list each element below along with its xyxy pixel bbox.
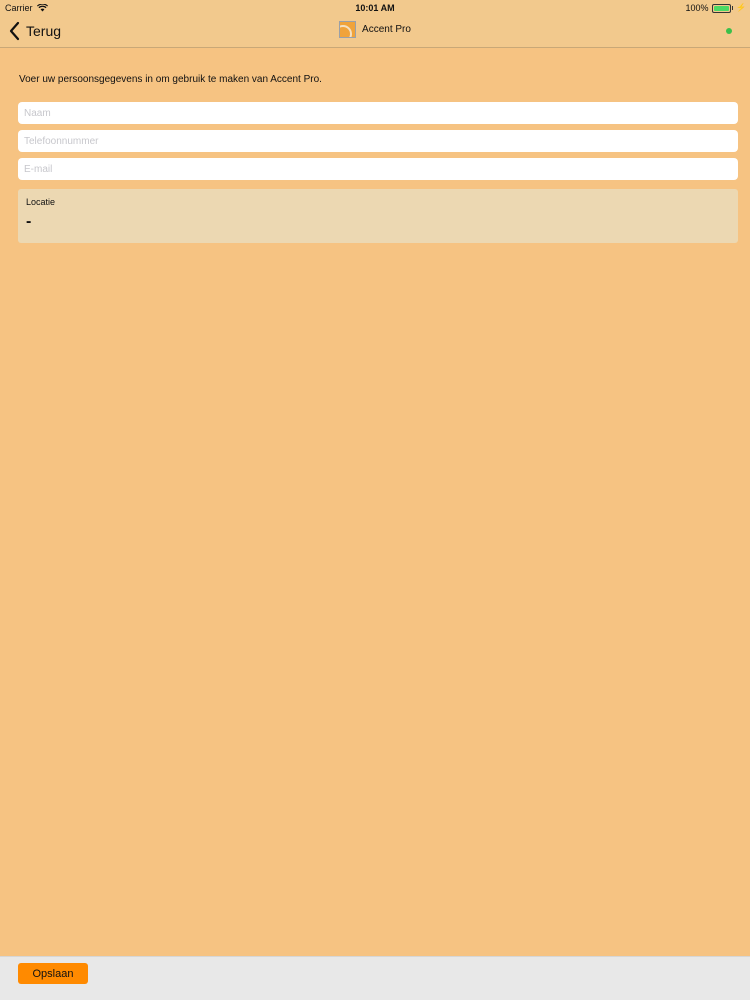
location-label: Locatie (26, 197, 56, 207)
battery-icon (711, 3, 731, 13)
intro-text: Voer uw persoonsgegevens in om gebruik t… (19, 74, 322, 85)
battery-indicator: 100% ⚡ (686, 0, 747, 16)
status-bar: Carrier 10:01 AM 100% ⚡ (0, 0, 750, 16)
email-input[interactable] (18, 158, 738, 180)
app-logo-icon (339, 21, 357, 38)
navigation-bar: Terug Accent Pro (0, 16, 750, 47)
top-bar: Carrier 10:01 AM 100% ⚡ Terug Accent Pro (0, 0, 750, 48)
page-title: Accent Pro (362, 24, 411, 35)
battery-percent: 100% (685, 3, 709, 13)
location-value: - (26, 213, 32, 230)
name-input[interactable] (18, 102, 738, 124)
nav-title: Accent Pro (0, 21, 750, 38)
charging-bolt-icon: ⚡ (736, 3, 746, 12)
connection-status-dot (726, 28, 732, 34)
clock: 10:01 AM (355, 3, 395, 13)
phone-input[interactable] (18, 130, 738, 152)
battery-fill (713, 5, 729, 11)
location-panel: Locatie - (18, 189, 738, 243)
bottom-toolbar: Opslaan (0, 956, 750, 1000)
save-button[interactable]: Opslaan (18, 963, 88, 984)
battery-tip (731, 6, 734, 10)
